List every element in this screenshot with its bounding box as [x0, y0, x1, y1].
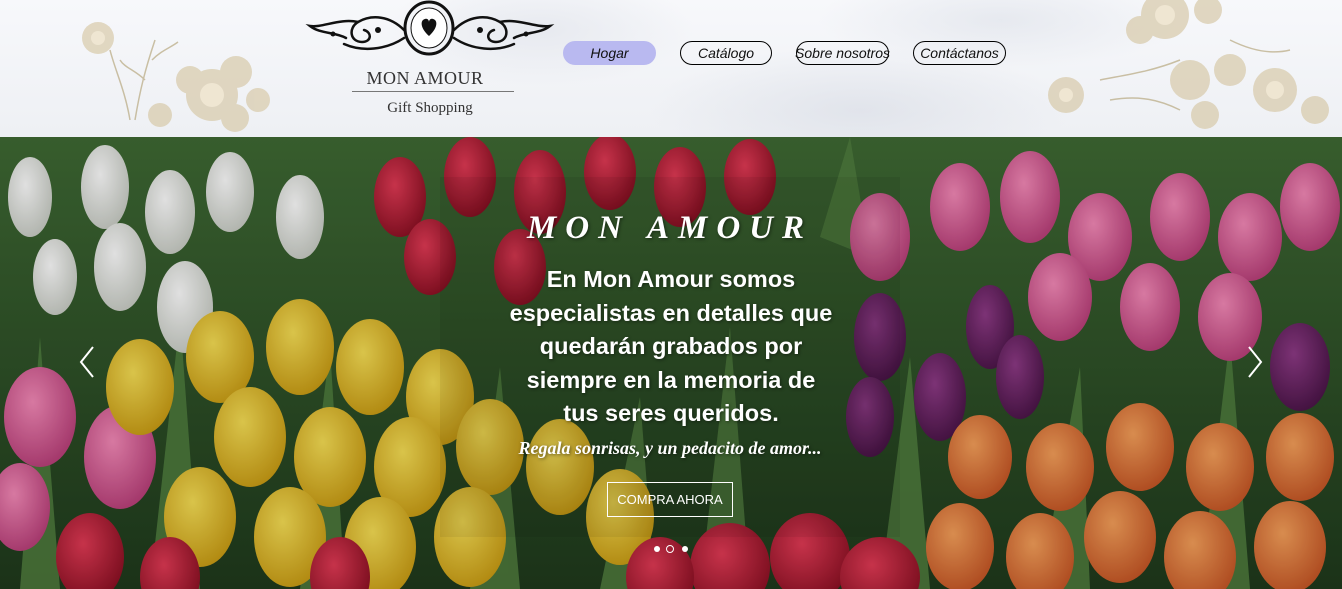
shop-now-button[interactable]: COMPRA AHORA: [607, 482, 733, 517]
chevron-left-icon: [79, 346, 94, 378]
slide-dot-1[interactable]: [654, 546, 660, 552]
hero-line: tus seres queridos.: [563, 400, 779, 426]
chevron-right-icon: [1248, 346, 1263, 378]
hero-slider: MON AMOUR En Mon Amour somos especialist…: [0, 137, 1342, 589]
slider-prev-button[interactable]: [76, 344, 98, 380]
hero-line: siempre en la memoria de: [526, 366, 816, 393]
nav-item-sobre-nosotros[interactable]: Sobre nosotros: [795, 41, 890, 65]
slide-dot-2-active[interactable]: [666, 545, 674, 553]
slide-dot-3[interactable]: [682, 546, 688, 552]
hero-description: En Mon Amour somos especialistas en deta…: [475, 263, 867, 431]
site-header: MON AMOUR Gift Shopping Hogar Catálogo S…: [0, 0, 1342, 137]
nav-item-hogar[interactable]: Hogar: [563, 41, 656, 65]
nav-item-contactanos[interactable]: Contáctanos: [913, 41, 1006, 65]
brand-subtitle: Gift Shopping: [387, 100, 473, 116]
hero-title: MON AMOUR: [526, 210, 814, 246]
slider-next-button[interactable]: [1244, 344, 1266, 380]
hero-line: quedarán grabados por: [539, 333, 803, 359]
brand-name: MON AMOUR: [366, 68, 484, 88]
brand-divider: [352, 91, 514, 92]
nav-item-catalogo[interactable]: Catálogo: [680, 41, 772, 65]
floral-decoration-right-icon: [1048, 0, 1329, 129]
heart-ornament-icon: [305, 0, 555, 56]
slider-pagination: [652, 545, 692, 555]
hero-line: especialistas en detalles que: [509, 299, 833, 326]
floral-decoration-left-icon: [82, 22, 270, 132]
hero-tagline: Regala sonrisas, y un pedacito de amor..…: [518, 438, 822, 458]
brand-logo[interactable]: MON AMOUR Gift Shopping: [300, 0, 560, 130]
hero-line: En Mon Amour somos: [546, 266, 796, 292]
